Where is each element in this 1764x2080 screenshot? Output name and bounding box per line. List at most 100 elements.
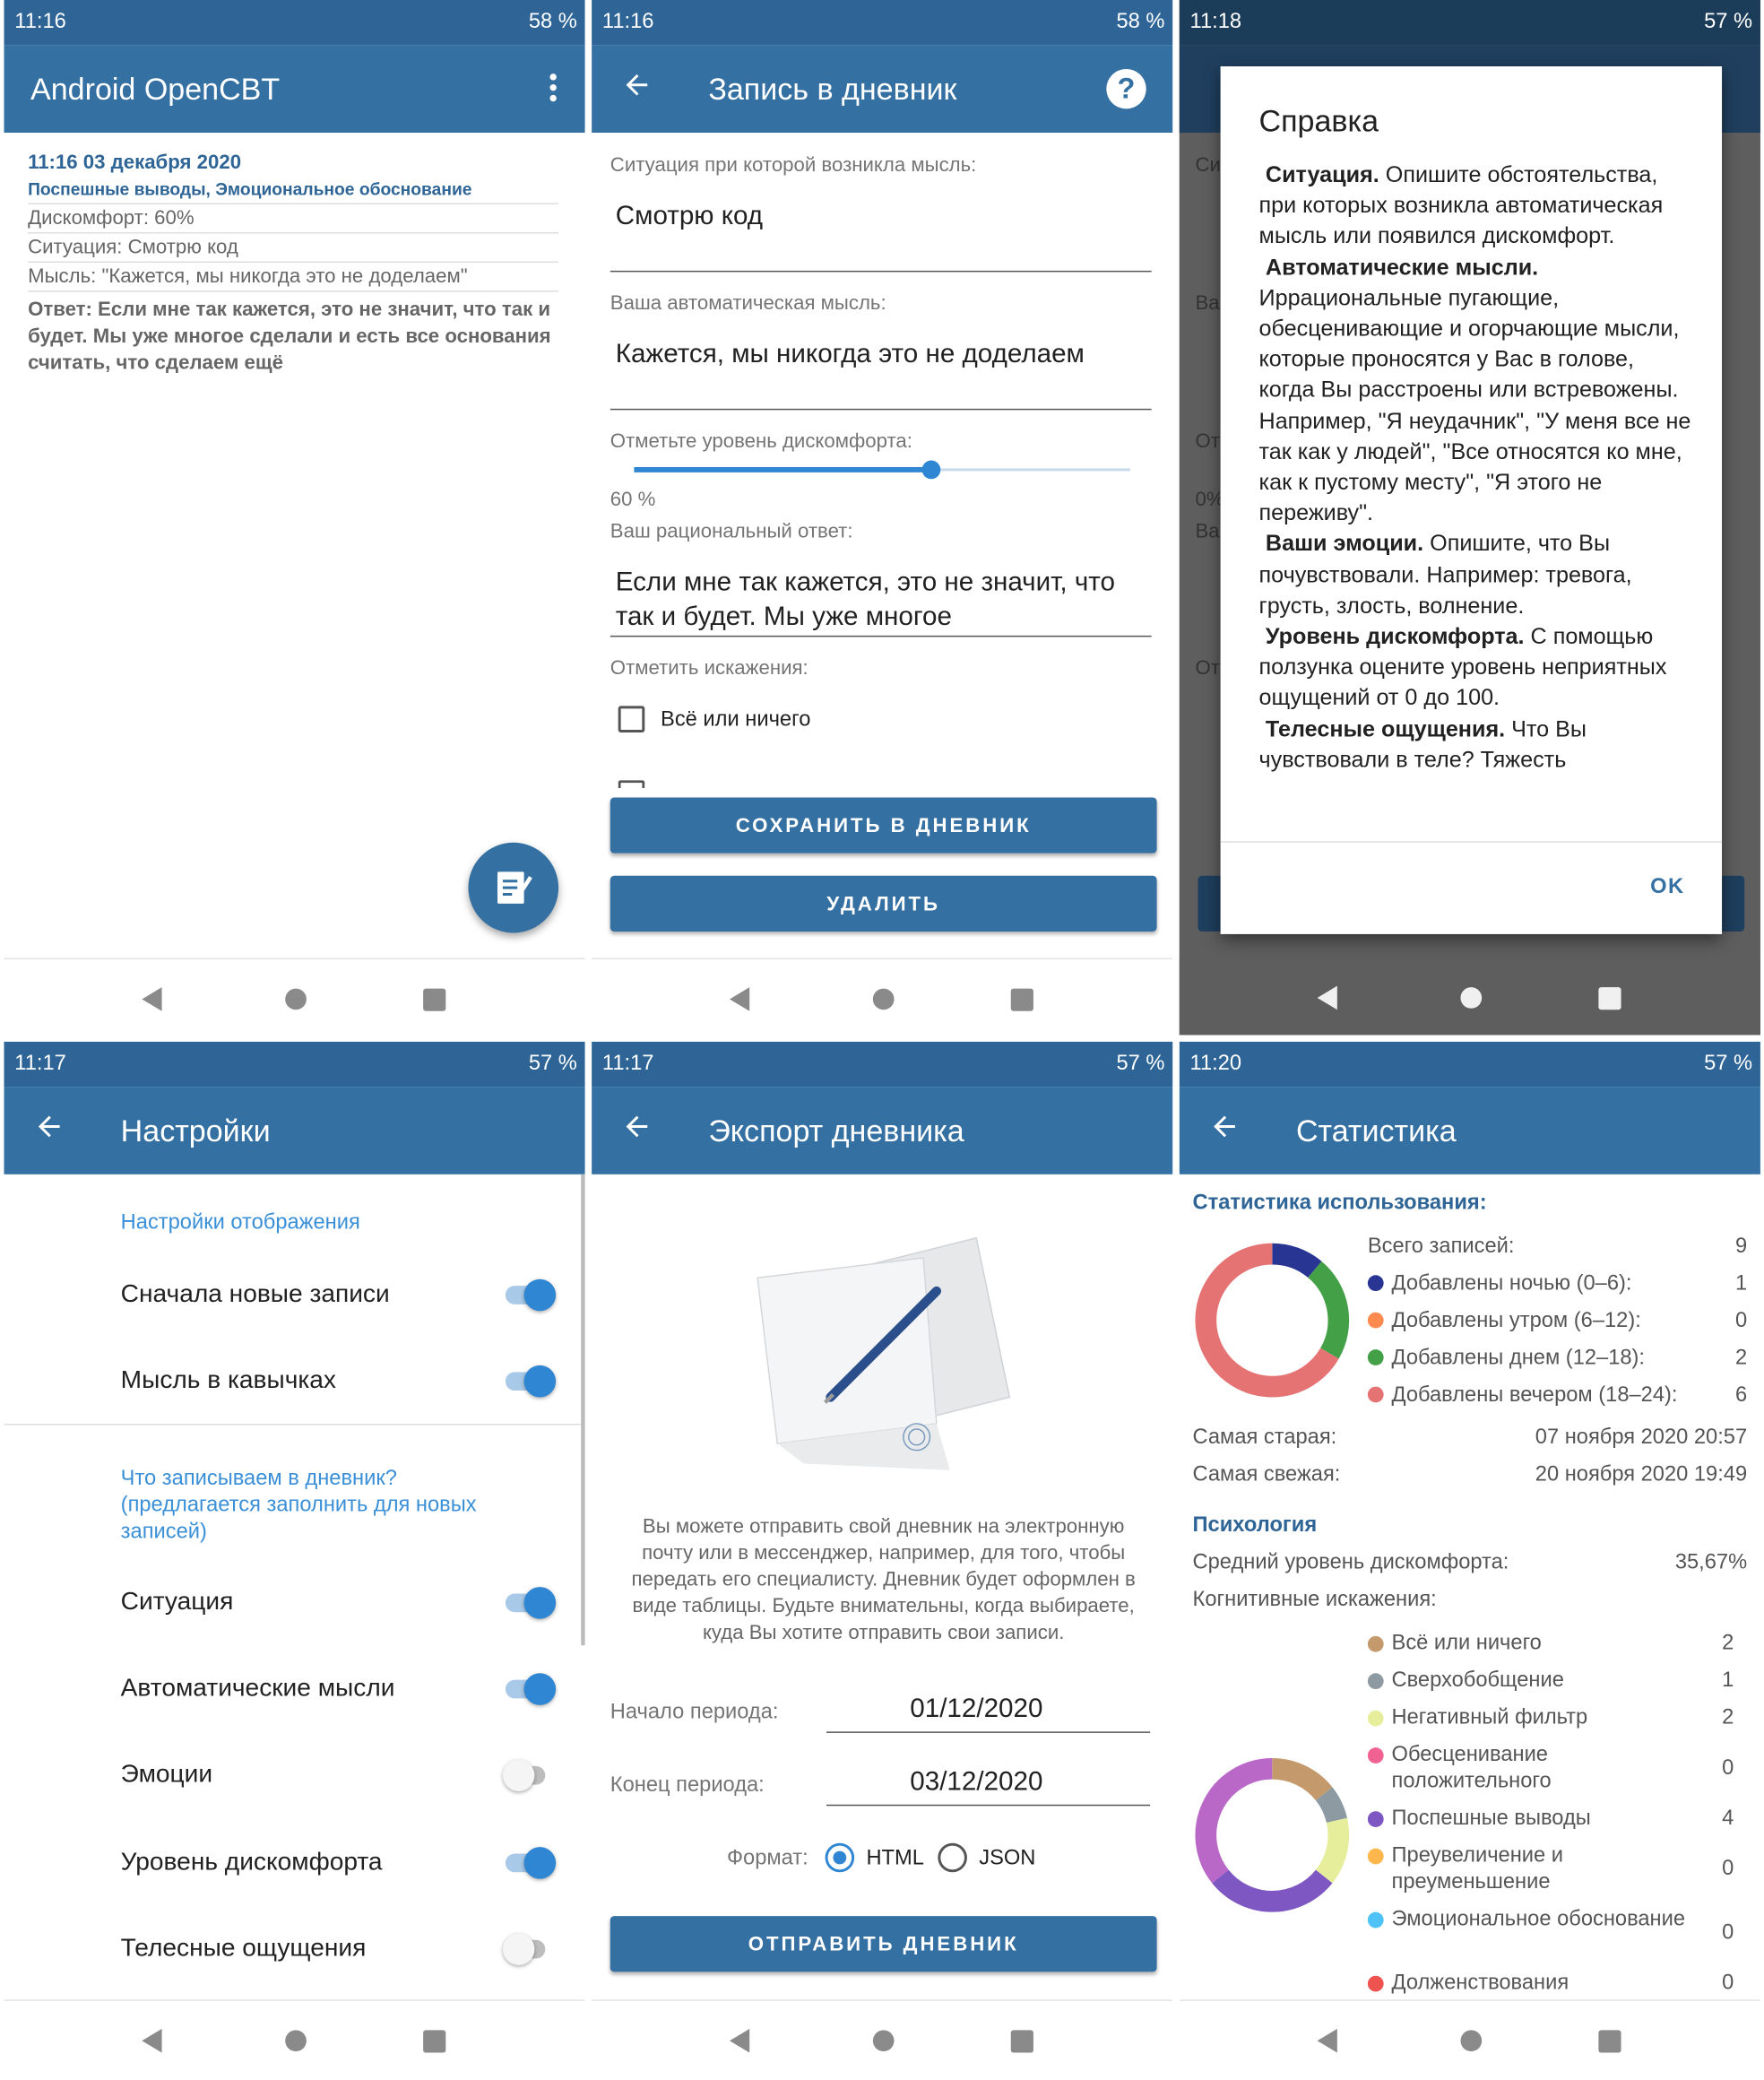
dialog-title: Справка bbox=[1258, 103, 1379, 138]
back-arrow-icon[interactable] bbox=[621, 1111, 653, 1143]
delete-button[interactable]: УДАЛИТЬ bbox=[610, 875, 1157, 932]
distortion-value: 0 bbox=[1722, 1756, 1734, 1780]
status-bar: 11:17 57 % bbox=[4, 1041, 585, 1088]
donut-slice-day bbox=[1307, 1261, 1350, 1359]
help-term: Ситуация. bbox=[1265, 161, 1379, 187]
radio-json[interactable] bbox=[938, 1842, 967, 1873]
ok-button[interactable]: OK bbox=[1650, 876, 1684, 900]
back-nav-icon[interactable] bbox=[730, 2028, 750, 2053]
back-arrow-icon[interactable] bbox=[621, 69, 653, 101]
toggle-emotions[interactable] bbox=[502, 1755, 556, 1792]
back-nav-icon[interactable] bbox=[730, 987, 750, 1011]
back-nav-icon[interactable] bbox=[142, 987, 162, 1011]
back-nav-icon[interactable] bbox=[142, 2028, 162, 2053]
scrollbar[interactable] bbox=[581, 1174, 585, 1646]
home-nav-icon[interactable] bbox=[1460, 987, 1483, 1009]
help-term: Телесные ощущения. bbox=[1265, 715, 1506, 741]
distortion-value: 0 bbox=[1722, 1921, 1734, 1945]
newest-label: Самая свежая: bbox=[1192, 1463, 1341, 1486]
answer-label: Ваш рациональный ответ: bbox=[610, 520, 853, 543]
setting-quotes: Мысль в кавычках bbox=[120, 1366, 336, 1395]
legend-night: Добавлены ночью (0–6): bbox=[1367, 1272, 1631, 1296]
answer-input[interactable]: Если мне так кажется, это не значит, что… bbox=[616, 565, 1136, 634]
radio-dot bbox=[833, 1850, 847, 1865]
diary-entry-card[interactable]: 11:16 03 декабря 2020 Поспешные выводы, … bbox=[28, 152, 559, 377]
home-nav-icon[interactable] bbox=[285, 2030, 307, 2052]
start-period-input[interactable]: 01/12/2020 bbox=[910, 1694, 1042, 1725]
recents-nav-icon[interactable] bbox=[1598, 987, 1621, 1010]
recents-nav-icon[interactable] bbox=[423, 988, 446, 1011]
distortion-label: Эмоциональное обоснование bbox=[1391, 1908, 1686, 1931]
toggle-body-sensations[interactable] bbox=[502, 1929, 556, 1966]
app-bar: Запись в дневник ? bbox=[592, 45, 1173, 133]
toggle-newest-first[interactable] bbox=[503, 1275, 557, 1312]
save-button[interactable]: СОХРАНИТЬ В ДНЕВНИК bbox=[610, 797, 1157, 854]
back-nav-icon[interactable] bbox=[1317, 2028, 1337, 2053]
nav-bar bbox=[4, 958, 585, 1036]
status-bar: 11:20 57 % bbox=[1179, 1041, 1760, 1088]
slider-thumb[interactable] bbox=[922, 460, 941, 480]
entry-tags: Поспешные выводы, Эмоциональное обоснова… bbox=[28, 179, 559, 204]
toggle-auto-thoughts[interactable] bbox=[503, 1669, 557, 1706]
distortions-donut-chart bbox=[1195, 1758, 1350, 1912]
situation-input[interactable]: Смотрю код bbox=[616, 202, 763, 232]
thought-input[interactable]: Кажется, мы никогда это не доделаем bbox=[616, 340, 1085, 370]
total-value: 9 bbox=[1734, 1235, 1748, 1259]
toggle-situation[interactable] bbox=[503, 1583, 557, 1620]
status-time: 11:18 bbox=[1189, 10, 1242, 33]
help-icon[interactable]: ? bbox=[1106, 68, 1146, 109]
recents-nav-icon[interactable] bbox=[1010, 2030, 1033, 2053]
legend-marker bbox=[1367, 1848, 1384, 1865]
recents-nav-icon[interactable] bbox=[423, 2030, 446, 2053]
toggle-discomfort[interactable] bbox=[503, 1843, 557, 1880]
discomfort-slider[interactable] bbox=[634, 456, 1130, 483]
legend-label: Добавлены вечером (18–24): bbox=[1391, 1383, 1678, 1407]
home-nav-icon[interactable] bbox=[872, 988, 895, 1010]
bg-label: Си bbox=[1195, 153, 1221, 177]
start-underline bbox=[826, 1731, 1151, 1733]
checkbox-label: Всё или ничего bbox=[661, 708, 811, 732]
home-nav-icon[interactable] bbox=[872, 2030, 895, 2052]
radio-html[interactable] bbox=[825, 1842, 855, 1873]
help-term: Автоматические мысли. bbox=[1265, 254, 1539, 280]
entry-situation: Ситуация: Смотрю код bbox=[28, 236, 559, 264]
time-of-day-donut-chart bbox=[1195, 1243, 1350, 1398]
end-period-input[interactable]: 03/12/2020 bbox=[910, 1767, 1042, 1798]
help-dialog: Справка Ситуация. Опишите обстоятельства… bbox=[1220, 66, 1723, 934]
recents-nav-icon[interactable] bbox=[1598, 2030, 1621, 2053]
send-diary-button[interactable]: ОТПРАВИТЬ ДНЕВНИК bbox=[610, 1916, 1157, 1972]
distortion-value: 2 bbox=[1722, 1706, 1734, 1729]
page-title: Статистика bbox=[1295, 1113, 1457, 1148]
screen-diary-list: 11:16 58 % Android OpenCBT 11:16 03 дека… bbox=[4, 0, 585, 1036]
checkbox-all-or-nothing[interactable] bbox=[618, 706, 645, 732]
back-arrow-icon[interactable] bbox=[33, 1111, 65, 1143]
overflow-menu-icon[interactable] bbox=[548, 72, 558, 106]
distortion-label: Всё или ничего bbox=[1391, 1632, 1542, 1655]
checkbox-partial[interactable] bbox=[618, 780, 645, 789]
legend-evening: Добавлены вечером (18–24): bbox=[1367, 1383, 1678, 1408]
legend-marker bbox=[1367, 1386, 1384, 1403]
donut-slice-distortion-0 bbox=[1271, 1758, 1333, 1801]
home-nav-icon[interactable] bbox=[1460, 2030, 1483, 2052]
home-nav-icon[interactable] bbox=[285, 988, 307, 1010]
page-title: Настройки bbox=[120, 1113, 271, 1148]
new-entry-fab[interactable] bbox=[468, 842, 559, 933]
back-nav-icon[interactable] bbox=[1317, 985, 1337, 1010]
distortion-value: 1 bbox=[1722, 1668, 1734, 1692]
bg-label: От bbox=[1195, 429, 1220, 453]
recents-nav-icon[interactable] bbox=[1010, 988, 1033, 1011]
back-arrow-icon[interactable] bbox=[1208, 1111, 1241, 1143]
export-description: Вы можете отправить свой дневник на элек… bbox=[631, 1515, 1136, 1644]
donut-slice-night bbox=[1271, 1243, 1322, 1278]
morning-value: 0 bbox=[1734, 1309, 1748, 1332]
app-bar: Статистика bbox=[1179, 1087, 1760, 1174]
toggle-quotes[interactable] bbox=[503, 1361, 557, 1398]
legend-marker bbox=[1367, 1275, 1384, 1292]
entry-discomfort: Дискомфорт: 60% bbox=[28, 207, 559, 234]
total-label: Всего записей: bbox=[1367, 1235, 1515, 1259]
situation-underline bbox=[610, 270, 1152, 273]
section-record-fields: Что записываем в дневник? (предлагается … bbox=[120, 1467, 477, 1544]
help-term: Ваши эмоции. bbox=[1265, 531, 1424, 557]
help-text: Иррациональные пугающие, обесценивающие … bbox=[1258, 284, 1691, 526]
status-bar: 11:17 57 % bbox=[592, 1041, 1173, 1088]
